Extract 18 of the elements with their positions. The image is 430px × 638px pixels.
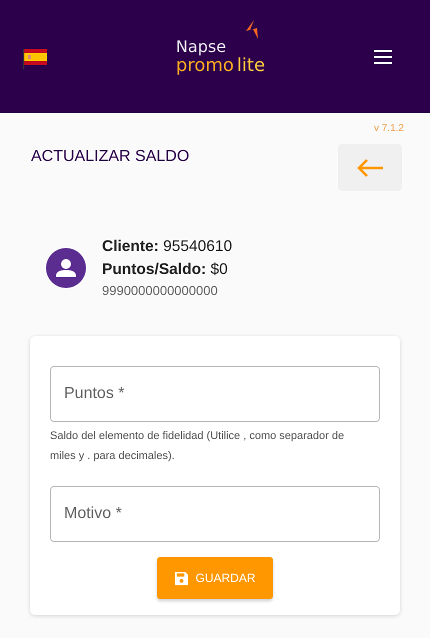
back-arrow-icon bbox=[356, 158, 384, 178]
client-text: Cliente: 95540610 bbox=[102, 237, 232, 257]
logo-text: Napse bbox=[176, 38, 226, 56]
avatar-icon bbox=[46, 248, 86, 288]
menu-icon[interactable] bbox=[374, 50, 392, 64]
page-title: ACTUALIZAR SALDO bbox=[31, 148, 190, 166]
balance-text: Puntos/Saldo: $0 bbox=[102, 260, 229, 280]
version-text: v 7.1.2 bbox=[374, 123, 404, 134]
input-field[interactable]: Motivo * bbox=[50, 486, 380, 542]
flag-icon[interactable] bbox=[23, 48, 47, 68]
hint-text: Saldo del elemento de fidelidad (Utilice , como separador de miles y . para decimales). bbox=[50, 429, 346, 464]
bolt-icon bbox=[243, 20, 260, 40]
card-number: 9990000000000000 bbox=[102, 282, 219, 300]
save-button[interactable]: GUARDAR bbox=[157, 557, 273, 599]
logo-text: promo bbox=[176, 56, 234, 76]
logo-text: lite bbox=[236, 56, 266, 76]
save-icon bbox=[174, 570, 190, 586]
input-field[interactable]: Puntos * bbox=[50, 366, 380, 422]
